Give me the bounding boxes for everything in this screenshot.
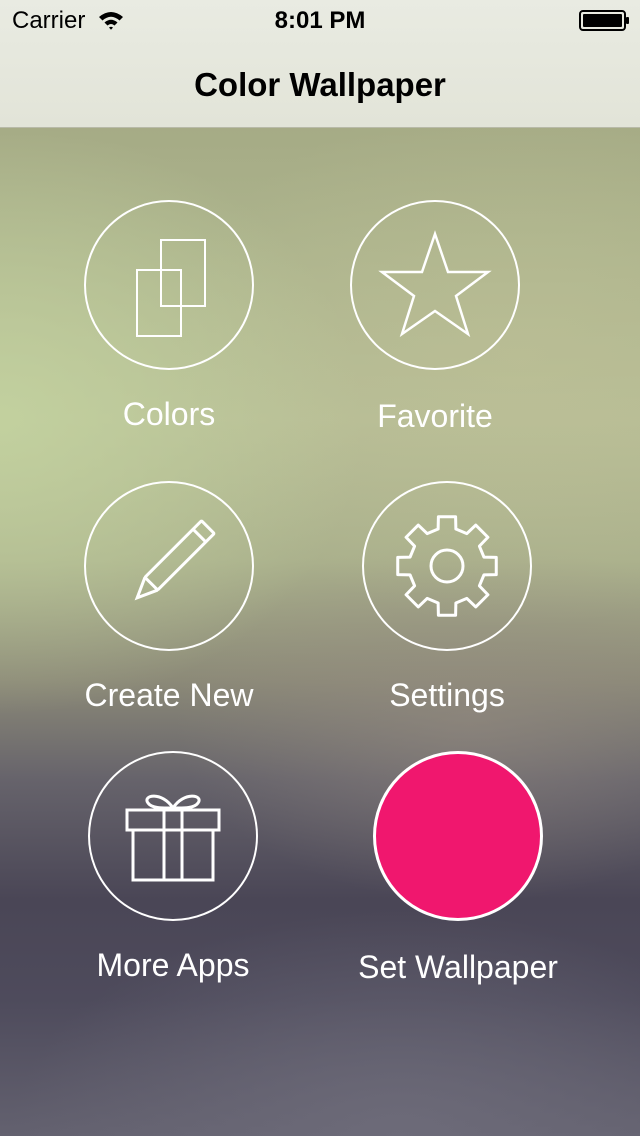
battery-icon xyxy=(579,10,629,31)
create-new-icon-ring xyxy=(84,481,254,651)
colors-icon-ring xyxy=(84,200,254,370)
navigation-bar: Carrier 8:01 PM Color Wallpaper xyxy=(0,0,640,128)
settings-label: Settings xyxy=(389,677,505,713)
page-title: Color Wallpaper xyxy=(194,66,446,103)
set-wallpaper-label: Set Wallpaper xyxy=(358,949,558,985)
create-new-button[interactable]: Create New xyxy=(49,481,289,741)
more-apps-label: More Apps xyxy=(96,947,250,983)
color-swatch xyxy=(373,751,543,921)
gift-icon xyxy=(125,794,221,882)
create-new-label: Create New xyxy=(84,677,254,713)
set-wallpaper-button[interactable]: Set Wallpaper xyxy=(338,751,578,1011)
pencil-icon xyxy=(134,519,216,601)
more-apps-icon-ring xyxy=(88,751,258,921)
favorite-icon-ring xyxy=(350,200,520,370)
more-apps-button[interactable]: More Apps xyxy=(53,751,293,1011)
settings-icon-ring xyxy=(362,481,532,651)
gear-icon xyxy=(396,515,498,617)
favorite-label: Favorite xyxy=(377,398,493,434)
colors-button[interactable]: Colors xyxy=(49,200,289,460)
status-time: 8:01 PM xyxy=(274,7,366,34)
settings-button[interactable]: Settings xyxy=(327,481,567,741)
star-icon xyxy=(378,230,492,338)
layers-icon xyxy=(136,239,206,337)
status-bar: Carrier 8:01 PM xyxy=(0,0,640,40)
colors-label: Colors xyxy=(122,396,216,432)
favorite-button[interactable]: Favorite xyxy=(315,200,555,460)
